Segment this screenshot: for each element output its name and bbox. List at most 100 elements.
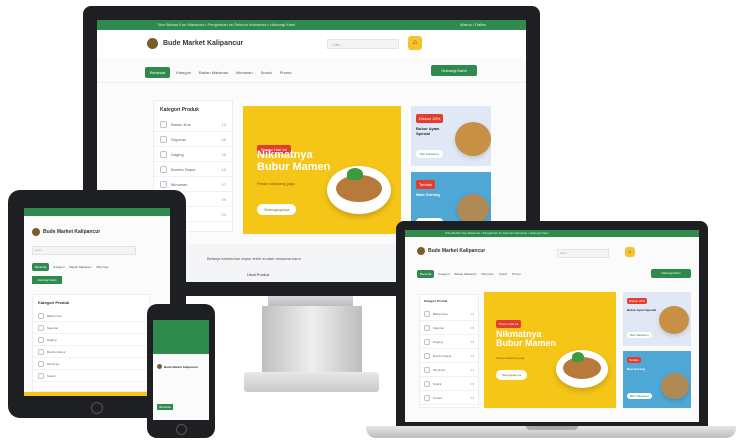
nav-home[interactable]: Beranda bbox=[145, 66, 171, 78]
food-plate-image bbox=[659, 306, 689, 334]
category-icon bbox=[424, 394, 430, 401]
laptop-promo-card[interactable]: Diskon 20% Bubur Ayam Spesial Beli Sekar… bbox=[623, 292, 691, 346]
nav-cta-button[interactable]: Hubungi Kami bbox=[431, 65, 477, 76]
category-icon bbox=[160, 150, 167, 158]
category-icon bbox=[424, 338, 430, 345]
laptop-cart-button[interactable]: ⌂ bbox=[625, 247, 635, 257]
category-item[interactable]: Sayuran 08 bbox=[420, 321, 478, 335]
laptop-brand[interactable]: Bude Market Kalipancur bbox=[417, 247, 485, 255]
category-item[interactable]: Sayuran bbox=[33, 322, 149, 334]
hero-button[interactable]: Selengkapnya bbox=[496, 370, 528, 380]
category-item[interactable]: Bahan Kue bbox=[33, 310, 149, 322]
category-icon bbox=[424, 366, 430, 373]
nav-home[interactable]: Beranda bbox=[32, 263, 50, 271]
monitor-base bbox=[244, 372, 379, 392]
phone-brand[interactable]: Bude Market Kalipancur bbox=[153, 354, 209, 369]
brand-name: Bude Market Kalipancur bbox=[163, 40, 244, 47]
site-header: Bude Market Kalipancur Cari... ⌂ bbox=[97, 30, 526, 58]
laptop-search-input[interactable]: Cari... bbox=[557, 249, 609, 258]
category-item[interactable]: Daging 05 bbox=[420, 335, 478, 349]
promo-button[interactable]: Beli Sekarang bbox=[416, 150, 443, 158]
promo-button[interactable]: Beli Sekarang bbox=[627, 332, 652, 338]
promo-badge: Diskon 20% bbox=[627, 298, 648, 304]
category-icon bbox=[38, 324, 44, 331]
divider bbox=[97, 82, 526, 83]
hero-subtitle: Pesan sekarang juga bbox=[257, 181, 295, 186]
nav-item[interactable]: Minuman bbox=[236, 70, 252, 75]
category-item[interactable]: Sayuran 08 bbox=[154, 132, 232, 147]
laptop-notch bbox=[526, 426, 578, 430]
food-plate-image bbox=[661, 373, 689, 399]
nav-item[interactable]: Kategori bbox=[176, 70, 191, 75]
herb-garnish-icon bbox=[572, 352, 584, 362]
phone-header bbox=[153, 320, 209, 354]
category-icon bbox=[160, 120, 167, 128]
nav-item[interactable]: Snack bbox=[261, 70, 272, 75]
main-nav: Beranda Kategori Bahan Makanan Minuman S… bbox=[145, 66, 292, 78]
category-item[interactable]: Snack09 bbox=[420, 377, 478, 391]
category-item[interactable]: Daging 05 bbox=[154, 147, 232, 162]
laptop-screen: Toko Bahan Kue Makanan • Pengiriman ke S… bbox=[405, 230, 699, 422]
food-plate-image bbox=[455, 122, 491, 156]
promo-button[interactable]: Beli Sekarang bbox=[627, 393, 652, 399]
tablet-brand[interactable]: Bude Market Kalipancur bbox=[24, 216, 170, 236]
footer-more[interactable]: Lihat Produk bbox=[247, 272, 269, 277]
food-plate-image bbox=[457, 194, 489, 224]
phone-nav-button[interactable]: Beranda bbox=[157, 404, 173, 410]
promo-badge: Terlaris bbox=[627, 357, 641, 363]
nav-item[interactable]: Kategori bbox=[438, 272, 449, 276]
category-icon bbox=[424, 352, 430, 359]
phone-screen: Bude Market Kalipancur Beranda bbox=[153, 320, 209, 420]
category-item[interactable]: Bahan Kue 12 bbox=[154, 117, 232, 132]
nav-item[interactable]: Promo bbox=[280, 70, 292, 75]
nav-item[interactable]: Bahan Makanan bbox=[199, 70, 228, 75]
nav-item[interactable]: Snack bbox=[499, 272, 507, 276]
nav-item[interactable]: Minuman bbox=[481, 272, 493, 276]
herb-garnish-icon bbox=[347, 168, 363, 180]
laptop-cta[interactable]: Hubungi Kami bbox=[651, 269, 691, 278]
brand[interactable]: Bude Market Kalipancur bbox=[147, 38, 243, 49]
search-input[interactable]: Cari... bbox=[327, 39, 399, 49]
tablet-search-input[interactable]: Cari... bbox=[32, 246, 136, 255]
brand-logo-icon bbox=[32, 228, 40, 236]
topbar-right: Masuk / Daftar bbox=[459, 22, 486, 27]
cart-button[interactable]: ⌂ bbox=[408, 36, 422, 50]
promo-title: Nasi Goreng bbox=[627, 367, 645, 371]
category-item[interactable]: Bumbu Dapur 10 bbox=[154, 162, 232, 177]
hero-banner[interactable]: Promo Hari Ini Nikmatnya Bubur Mamen Pes… bbox=[243, 106, 401, 234]
tablet-cta[interactable]: Hubungi Kami bbox=[32, 276, 62, 284]
nav-home[interactable]: Beranda bbox=[417, 270, 435, 278]
category-item[interactable]: Daging bbox=[33, 334, 149, 346]
nav-item[interactable]: Kategori bbox=[53, 265, 64, 269]
promo-title: Bubur Ayam Spesial bbox=[416, 126, 440, 136]
category-icon bbox=[38, 360, 44, 367]
category-icon bbox=[424, 324, 430, 331]
brand-logo-icon bbox=[417, 247, 425, 255]
monitor-neck bbox=[262, 306, 362, 374]
category-icon bbox=[160, 180, 167, 188]
category-item[interactable]: Bahan Kue 12 bbox=[420, 307, 478, 321]
topbar-text: Toko Bahan Kue Makanan • Pengiriman ke S… bbox=[157, 22, 296, 27]
hero-button[interactable]: Selengkapnya bbox=[257, 204, 297, 215]
category-item[interactable]: Bumbu Dapur 10 bbox=[420, 349, 478, 363]
category-item[interactable]: Minuman 07 bbox=[420, 363, 478, 377]
category-item[interactable]: Bumbu Dapur bbox=[33, 346, 149, 358]
promo-card[interactable]: Diskon 20% Bubur Ayam Spesial Beli Sekar… bbox=[411, 106, 491, 166]
nav-item[interactable]: Bahan Makanan bbox=[455, 272, 477, 276]
tablet-category-list: Kategori Produk Bahan Kue Sayuran Daging… bbox=[32, 294, 150, 392]
category-icon bbox=[38, 312, 44, 319]
tablet-topbar bbox=[24, 208, 170, 216]
hero-subtitle: Pesan sekarang juga bbox=[496, 356, 525, 360]
nav-item[interactable]: Minuman bbox=[96, 265, 108, 269]
nav-item[interactable]: Promo bbox=[512, 272, 521, 276]
category-item[interactable]: Minuman bbox=[33, 358, 149, 370]
category-item[interactable]: Frozen04 bbox=[420, 391, 478, 405]
hero-badge: Promo Hari Ini bbox=[496, 320, 522, 328]
category-icon bbox=[424, 380, 430, 387]
laptop-hero-banner[interactable]: Promo Hari Ini Nikmatnya Bubur Mamen Pes… bbox=[484, 292, 616, 408]
brand-logo-icon bbox=[157, 364, 162, 369]
laptop-promo-card[interactable]: Terlaris Nasi Goreng Beli Sekarang bbox=[623, 351, 691, 408]
nav-item[interactable]: Bahan Makanan bbox=[70, 265, 92, 269]
category-title: Kategori Produk bbox=[424, 299, 448, 303]
category-item[interactable]: Snack bbox=[33, 370, 149, 382]
